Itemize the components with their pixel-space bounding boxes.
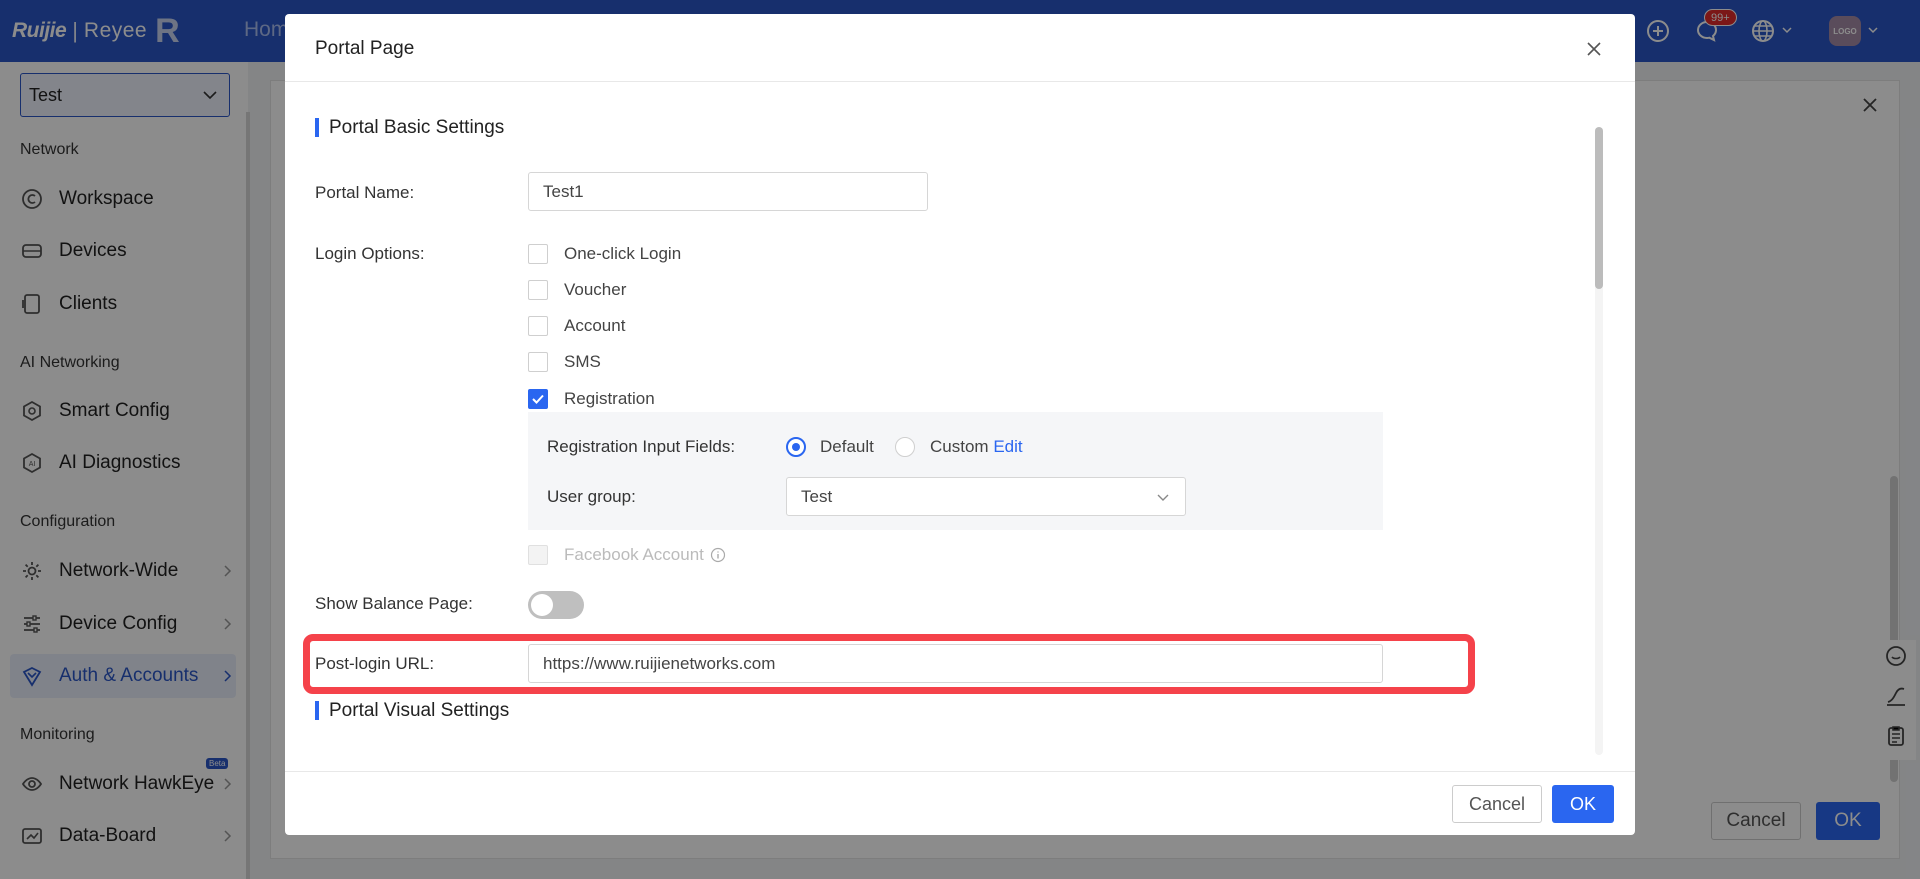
cancel-button[interactable]: Cancel: [1452, 785, 1542, 823]
section-portal-visual-settings: Portal Visual Settings: [315, 700, 509, 722]
checkbox[interactable]: [528, 244, 548, 264]
option-registration[interactable]: Registration: [528, 388, 655, 410]
edit-link[interactable]: Edit: [993, 437, 1022, 456]
dialog-title: Portal Page: [315, 38, 415, 59]
radio-default[interactable]: [786, 437, 806, 457]
dialog-scrollbar-thumb[interactable]: [1595, 127, 1603, 289]
checkbox[interactable]: [528, 280, 548, 300]
radio-custom-label[interactable]: Custom Edit: [930, 437, 1023, 457]
option-voucher[interactable]: Voucher: [528, 279, 626, 301]
dialog-footer: [285, 771, 1635, 835]
option-label: SMS: [564, 352, 601, 371]
dialog-header: Portal Page: [285, 14, 1635, 82]
user-group-value: Test: [801, 486, 833, 506]
check-icon: [532, 394, 544, 404]
login-options-label: Login Options:: [315, 244, 425, 263]
section-portal-basic-settings: Portal Basic Settings: [315, 117, 504, 139]
user-group-label: User group:: [547, 487, 636, 506]
portal-name-value: Test1: [543, 181, 584, 201]
radio-custom-text: Custom: [930, 437, 989, 456]
option-label: Registration: [564, 389, 655, 408]
checkbox-checked[interactable]: [528, 389, 548, 409]
option-one-click-login[interactable]: One-click Login: [528, 243, 681, 265]
option-label: Facebook Account: [564, 545, 704, 564]
option-label: Account: [564, 316, 626, 335]
option-sms[interactable]: SMS: [528, 351, 601, 373]
checkbox[interactable]: [528, 352, 548, 372]
option-label: One-click Login: [564, 244, 682, 263]
option-account[interactable]: Account: [528, 315, 625, 337]
chevron-down-icon: [1157, 494, 1169, 501]
portal-page-dialog: Portal Page Portal Basic Settings Portal…: [285, 14, 1635, 835]
option-facebook-account: Facebook Account: [528, 544, 726, 566]
portal-name-input[interactable]: Test1: [528, 172, 928, 211]
checkbox-disabled: [528, 545, 548, 565]
user-group-select[interactable]: Test: [786, 477, 1186, 516]
portal-name-label: Portal Name:: [315, 183, 415, 202]
radio-default-label[interactable]: Default: [820, 437, 874, 457]
show-balance-label: Show Balance Page:: [315, 594, 473, 613]
option-label: Voucher: [564, 280, 627, 299]
close-icon[interactable]: [1585, 40, 1603, 58]
checkbox[interactable]: [528, 316, 548, 336]
registration-fields-label: Registration Input Fields:: [547, 437, 736, 456]
show-balance-toggle[interactable]: [528, 591, 584, 619]
ok-button[interactable]: OK: [1552, 785, 1614, 823]
highlight-box: [303, 634, 1475, 694]
info-icon[interactable]: [710, 547, 726, 563]
radio-custom[interactable]: [895, 437, 915, 457]
